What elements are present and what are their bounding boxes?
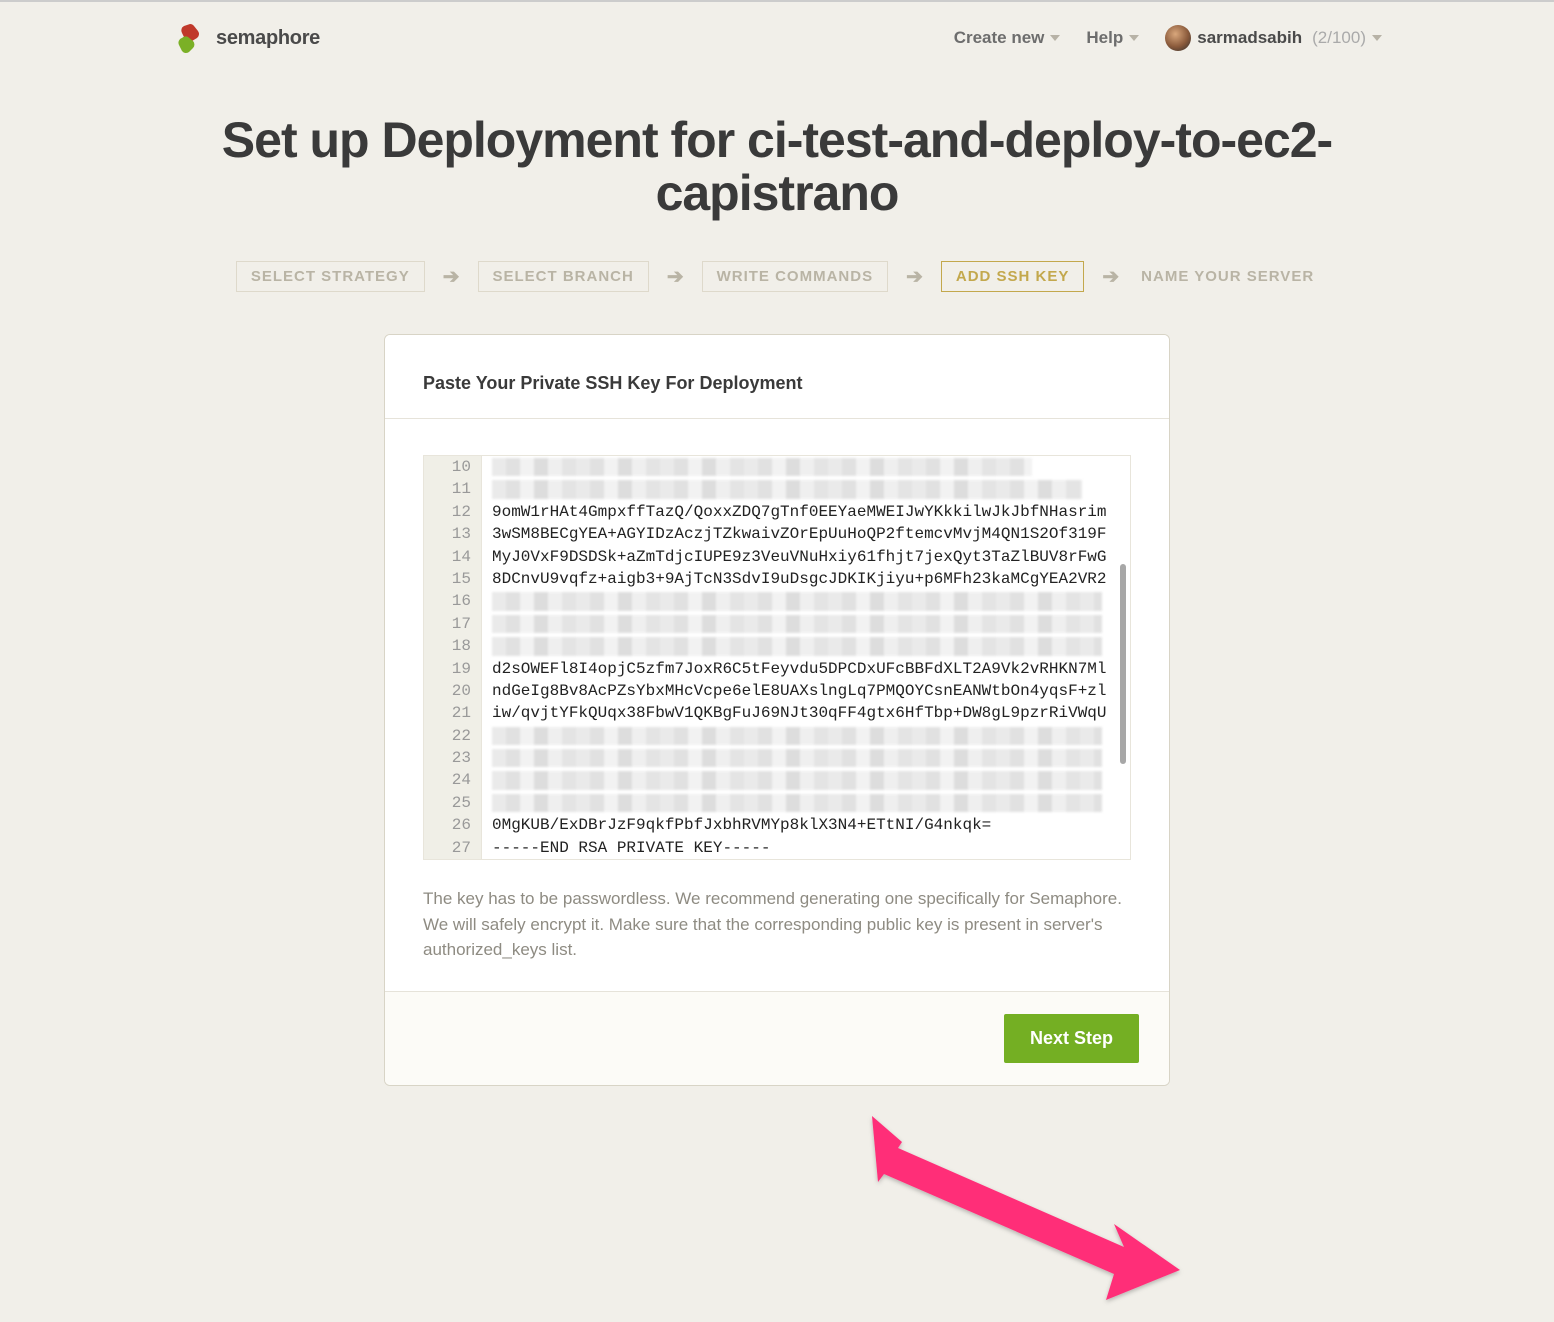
code-line: 129omW1rHAt4GmpxffTazQ/QoxxZDQ7gTnf0EEYa… [424, 501, 1130, 523]
redacted-block [492, 771, 1102, 789]
code-text [482, 613, 1130, 635]
line-number: 20 [424, 680, 482, 702]
code-text: -----END RSA PRIVATE KEY----- [482, 837, 1130, 859]
code-text: iw/qvjtYFkQUqx38FbwV1QKBgFuJ69NJt30qFF4g… [482, 702, 1130, 724]
brand-text: semaphore [216, 27, 320, 50]
panel-header: Paste Your Private SSH Key For Deploymen… [385, 335, 1169, 419]
code-text [482, 478, 1130, 500]
logo[interactable]: semaphore [172, 20, 320, 56]
arrow-right-icon: ➔ [1102, 264, 1119, 289]
line-number: 26 [424, 814, 482, 836]
line-number: 18 [424, 635, 482, 657]
code-line: 17 [424, 613, 1130, 635]
redacted-block [492, 615, 1102, 633]
line-number: 24 [424, 769, 482, 791]
step-add-ssh-key[interactable]: ADD SSH KEY [941, 261, 1085, 292]
redacted-block [492, 592, 1102, 610]
code-text: 0MgKUB/ExDBrJzF9qkfPbfJxbhRVMYp8klX3N4+E… [482, 814, 1130, 836]
caret-down-icon [1372, 35, 1382, 41]
code-line: 18 [424, 635, 1130, 657]
code-line: 260MgKUB/ExDBrJzF9qkfPbfJxbhRVMYp8klX3N4… [424, 814, 1130, 836]
line-number: 23 [424, 747, 482, 769]
step-select-strategy[interactable]: SELECT STRATEGY [236, 261, 425, 292]
line-number: 22 [424, 725, 482, 747]
step-select-branch[interactable]: SELECT BRANCH [478, 261, 649, 292]
redacted-block [492, 794, 1102, 812]
redacted-block [492, 480, 1082, 498]
help-menu[interactable]: Help [1086, 28, 1139, 48]
code-text [482, 747, 1130, 769]
code-line: 23 [424, 747, 1130, 769]
redacted-block [492, 637, 1102, 655]
code-line: 133wSM8BECgYEA+AGYIDzAczjTZkwaivZOrEpUuH… [424, 523, 1130, 545]
arrow-right-icon: ➔ [443, 264, 460, 289]
panel-title: Paste Your Private SSH Key For Deploymen… [423, 373, 1131, 394]
step-write-commands[interactable]: WRITE COMMANDS [702, 261, 889, 292]
line-number: 11 [424, 478, 482, 500]
redacted-block [492, 727, 1102, 745]
code-text: 9omW1rHAt4GmpxffTazQ/QoxxZDQ7gTnf0EEYaeM… [482, 501, 1130, 523]
create-new-menu[interactable]: Create new [954, 28, 1061, 48]
redacted-block [492, 458, 1032, 476]
help-label: Help [1086, 28, 1123, 48]
helper-text: The key has to be passwordless. We recom… [423, 886, 1131, 963]
code-text [482, 635, 1130, 657]
code-text [482, 590, 1130, 612]
line-number: 19 [424, 658, 482, 680]
line-number: 14 [424, 546, 482, 568]
code-text: 8DCnvU9vqfz+aigb3+9AjTcN3SdvI9uDsgcJDKIK… [482, 568, 1130, 590]
code-line: 21iw/qvjtYFkQUqx38FbwV1QKBgFuJ69NJt30qFF… [424, 702, 1130, 724]
code-text [482, 456, 1130, 478]
code-text: d2sOWEFl8I4opjC5zfm7JoxR6C5tFeyvdu5DPCDx… [482, 658, 1130, 680]
line-number: 27 [424, 837, 482, 859]
line-number: 12 [424, 501, 482, 523]
avatar [1165, 25, 1191, 51]
code-line: 158DCnvU9vqfz+aigb3+9AjTcN3SdvI9uDsgcJDK… [424, 568, 1130, 590]
caret-down-icon [1129, 35, 1139, 41]
code-line: 22 [424, 725, 1130, 747]
line-number: 10 [424, 456, 482, 478]
caret-down-icon [1050, 35, 1060, 41]
code-line: 20ndGeIg8Bv8AcPZsYbxMHcVcpe6elE8UAXslngL… [424, 680, 1130, 702]
username: sarmadsabih [1197, 28, 1302, 48]
annotation-arrow-icon [842, 1102, 1202, 1322]
line-number: 16 [424, 590, 482, 612]
panel-footer: Next Step [385, 991, 1169, 1085]
arrow-right-icon: ➔ [667, 264, 684, 289]
line-number: 15 [424, 568, 482, 590]
create-new-label: Create new [954, 28, 1045, 48]
code-text [482, 792, 1130, 814]
wizard-steps: SELECT STRATEGY ➔ SELECT BRANCH ➔ WRITE … [172, 261, 1382, 292]
usage-badge: (2/100) [1312, 28, 1366, 48]
code-line: 24 [424, 769, 1130, 791]
code-text [482, 769, 1130, 791]
redacted-block [492, 749, 1102, 767]
semaphore-logo-icon [172, 20, 208, 56]
code-line: 19d2sOWEFl8I4opjC5zfm7JoxR6C5tFeyvdu5DPC… [424, 658, 1130, 680]
panel-body: 10 11 129omW1rHAt4GmpxffTazQ/QoxxZDQ7gTn… [385, 419, 1169, 991]
code-text: ndGeIg8Bv8AcPZsYbxMHcVcpe6elE8UAXslngLq7… [482, 680, 1130, 702]
header: semaphore Create new Help sarmadsabih (2… [172, 2, 1382, 66]
code-line: 27-----END RSA PRIVATE KEY----- [424, 837, 1130, 859]
ssh-key-panel: Paste Your Private SSH Key For Deploymen… [384, 334, 1170, 1086]
code-text [482, 725, 1130, 747]
code-text: 3wSM8BECgYEA+AGYIDzAczjTZkwaivZOrEpUuHoQ… [482, 523, 1130, 545]
ssh-key-textarea[interactable]: 10 11 129omW1rHAt4GmpxffTazQ/QoxxZDQ7gTn… [423, 455, 1131, 860]
line-number: 17 [424, 613, 482, 635]
line-number: 25 [424, 792, 482, 814]
top-nav: Create new Help sarmadsabih (2/100) [954, 25, 1382, 51]
code-line: 16 [424, 590, 1130, 612]
arrow-right-icon: ➔ [906, 264, 923, 289]
user-menu[interactable]: sarmadsabih (2/100) [1165, 25, 1382, 51]
page-title: Set up Deployment for ci-test-and-deploy… [172, 114, 1382, 219]
code-text: MyJ0VxF9DSDSk+aZmTdjcIUPE9z3VeuVNuHxiy61… [482, 546, 1130, 568]
next-step-button[interactable]: Next Step [1004, 1014, 1139, 1063]
code-line: 11 [424, 478, 1130, 500]
code-line: 14MyJ0VxF9DSDSk+aZmTdjcIUPE9z3VeuVNuHxiy… [424, 546, 1130, 568]
step-name-your-server[interactable]: NAME YOUR SERVER [1137, 262, 1318, 291]
code-line: 10 [424, 456, 1130, 478]
line-number: 21 [424, 702, 482, 724]
code-line: 25 [424, 792, 1130, 814]
line-number: 13 [424, 523, 482, 545]
